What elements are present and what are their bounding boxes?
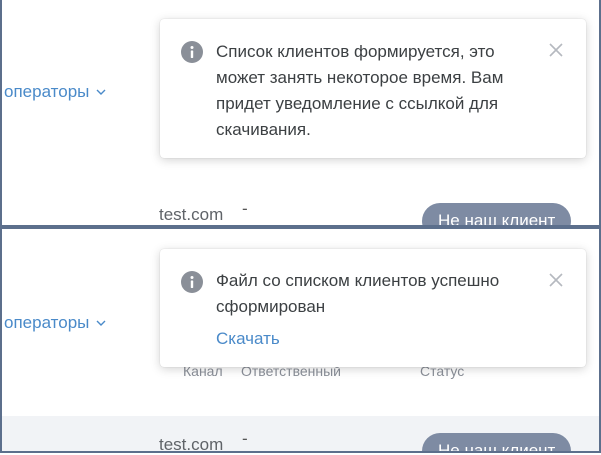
close-icon[interactable]	[548, 272, 564, 288]
operators-filter[interactable]: операторы	[4, 313, 107, 333]
panel-completed: операторы Канал Ответственный Статус tes…	[2, 229, 599, 451]
close-icon[interactable]	[548, 42, 564, 58]
status-badge[interactable]: Не наш клиент	[422, 203, 572, 225]
operators-filter-label: операторы	[4, 82, 90, 101]
toast-message: Файл со списком клиентов успешно сформир…	[216, 271, 500, 316]
client-site: test.com	[159, 205, 224, 224]
panel-in-progress: операторы test.com - Не наш клиент Списо…	[2, 0, 599, 225]
download-link[interactable]: Скачать	[216, 329, 280, 349]
notification-toast: Список клиентов формируется, это может з…	[160, 19, 586, 158]
info-icon	[181, 41, 203, 63]
client-site: test.com	[159, 435, 224, 451]
status-badge[interactable]: Не наш клиент	[422, 433, 572, 451]
notification-toast: Файл со списком клиентов успешно сформир…	[160, 249, 586, 367]
chevron-down-icon	[96, 89, 106, 95]
chevron-down-icon	[96, 320, 106, 326]
empty-cell: -	[242, 429, 248, 448]
operators-filter[interactable]: операторы	[4, 82, 107, 102]
screenshot-frame: операторы test.com - Не наш клиент Списо…	[0, 0, 601, 453]
operators-filter-label: операторы	[4, 313, 90, 332]
empty-cell: -	[242, 199, 248, 218]
toast-message: Список клиентов формируется, это может з…	[216, 42, 504, 139]
info-icon	[181, 271, 203, 293]
